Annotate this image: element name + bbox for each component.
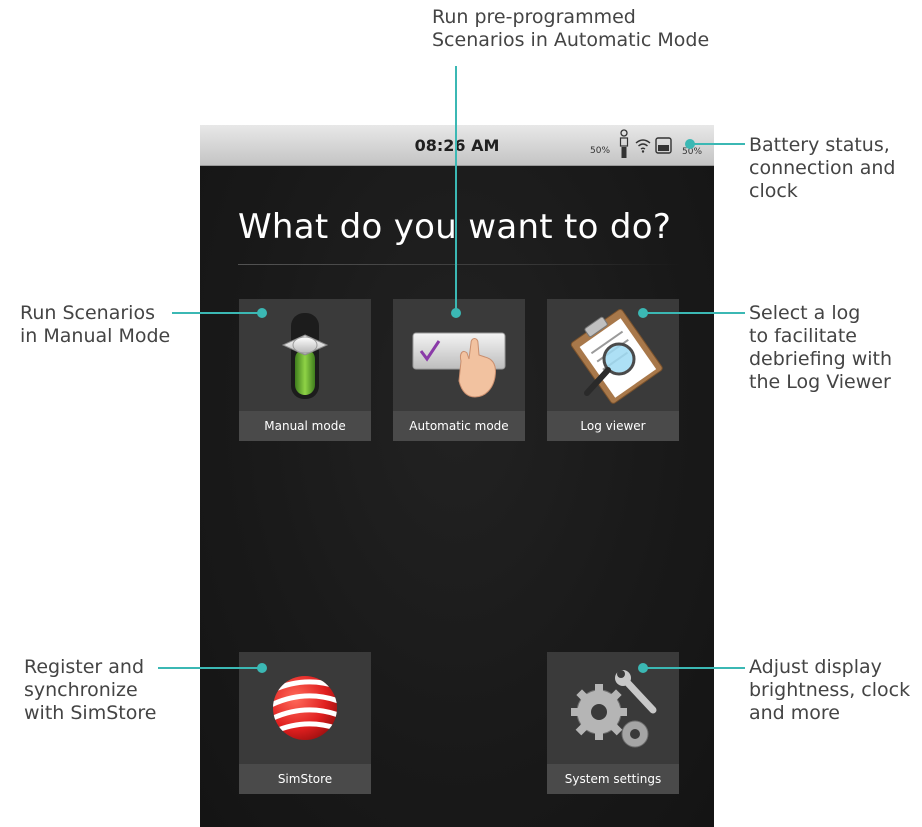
annotation-line: with SimStore <box>24 702 157 724</box>
manual-mode-label: Manual mode <box>239 411 371 441</box>
annotation-manual-mode: Run Scenarios in Manual Mode <box>20 302 170 348</box>
log-viewer-tile[interactable]: Log viewer <box>547 299 679 441</box>
annotation-line: clock <box>749 180 798 202</box>
system-settings-label: System settings <box>547 764 679 794</box>
checkbox-touch-icon <box>412 332 506 398</box>
annotation-line: the Log Viewer <box>749 371 891 393</box>
annotation-line: in Manual Mode <box>20 325 171 347</box>
annotation-line: connection and <box>749 157 896 179</box>
automatic-mode-tile[interactable]: Automatic mode <box>393 299 525 441</box>
wifi-icon <box>635 139 651 153</box>
person-battery-icon <box>619 129 629 158</box>
status-percent-right: 50% <box>682 147 703 157</box>
annotation-simstore: Register and synchronize with SimStore <box>24 656 156 725</box>
status-bar: 08:26 AM 50% 50% <box>200 125 714 166</box>
simstore-label: SimStore <box>239 764 371 794</box>
annotation-line: Select a log <box>749 302 861 324</box>
battery-icon <box>655 137 672 154</box>
manual-mode-tile[interactable]: Manual mode <box>239 299 371 441</box>
slider-switch-icon <box>281 313 329 399</box>
page-title: What do you want to do? <box>238 207 672 247</box>
annotation-line: Scenarios in Automatic Mode <box>432 29 710 51</box>
annotation-battery-status: Battery status, connection and clock <box>749 134 895 203</box>
automatic-mode-label: Automatic mode <box>393 411 525 441</box>
system-settings-tile[interactable]: System settings <box>547 652 679 794</box>
annotation-line: synchronize <box>24 679 138 701</box>
annotation-line: Adjust display <box>749 656 882 678</box>
annotation-line: Register and <box>24 656 145 678</box>
simstore-sphere-icon <box>273 676 337 740</box>
annotation-system-settings: Adjust display brightness, clock and mor… <box>749 656 910 725</box>
annotation-log-viewer: Select a log to facilitate debriefing wi… <box>749 302 892 394</box>
clipboard-magnifier-icon <box>570 308 663 404</box>
log-viewer-label: Log viewer <box>547 411 679 441</box>
status-percent-left: 50% <box>590 146 611 156</box>
gears-wrench-icon <box>571 670 657 748</box>
annotation-line: brightness, clock <box>749 679 911 701</box>
annotation-line: Run pre-programmed <box>432 6 636 28</box>
annotation-line: debriefing with <box>749 348 893 370</box>
annotation-automatic-mode: Run pre-programmed Scenarios in Automati… <box>432 6 709 52</box>
annotation-line: to facilitate <box>749 325 857 347</box>
annotation-line: Battery status, <box>749 134 890 156</box>
title-divider <box>238 264 682 265</box>
annotation-line: and more <box>749 702 841 724</box>
simstore-tile[interactable]: SimStore <box>239 652 371 794</box>
annotation-line: Run Scenarios <box>20 302 155 324</box>
device-screen: 08:26 AM 50% 50% What do you want to do? <box>200 125 714 827</box>
